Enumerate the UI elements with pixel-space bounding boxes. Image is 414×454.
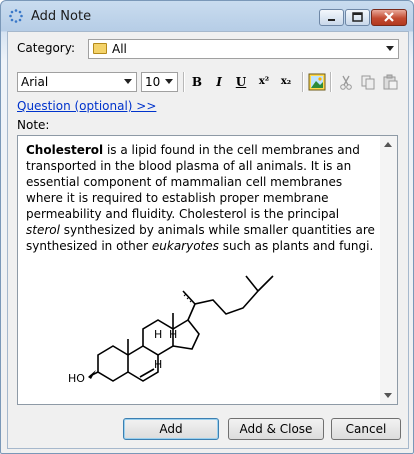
font-family-select[interactable]: Arial <box>17 72 137 92</box>
note-bold-term: Cholesterol <box>26 143 104 157</box>
clipboard-icon <box>383 74 398 90</box>
copy-button[interactable] <box>358 72 378 92</box>
maximize-icon <box>352 12 363 22</box>
structure-h-label: H <box>154 328 162 341</box>
category-dropdown[interactable]: All <box>88 39 399 59</box>
window-title: Add Note <box>31 9 92 24</box>
chevron-down-icon <box>124 79 132 84</box>
insert-picture-button[interactable] <box>307 72 327 92</box>
category-label: Category: <box>17 41 75 55</box>
note-italic-term: eukaryotes <box>151 239 219 253</box>
scissors-icon <box>340 75 352 90</box>
structure-ho-label: HO <box>68 372 85 385</box>
cut-button[interactable] <box>336 72 356 92</box>
chevron-down-icon <box>386 46 394 51</box>
scroll-up-icon[interactable] <box>384 142 392 147</box>
maximize-button[interactable] <box>345 9 370 26</box>
italic-button[interactable]: I <box>209 72 229 92</box>
note-editor[interactable]: Cholesterol is a lipid found in the cell… <box>17 135 398 405</box>
minimize-button[interactable] <box>319 9 344 26</box>
font-size-value: 10 <box>145 75 161 89</box>
close-icon <box>384 12 394 22</box>
title-bar[interactable]: Add Note <box>1 1 413 31</box>
underline-button[interactable]: U <box>231 72 251 92</box>
add-close-button[interactable]: Add & Close <box>228 418 324 440</box>
note-italic-term: sterol <box>26 223 60 237</box>
bold-button[interactable]: B <box>187 72 207 92</box>
font-size-select[interactable]: 10 <box>141 72 178 92</box>
font-family-value: Arial <box>21 75 49 89</box>
close-window-button[interactable] <box>371 9 407 26</box>
chevron-down-icon <box>165 79 173 84</box>
question-optional-link[interactable]: Question (optional) >> <box>17 99 156 113</box>
structure-h-label: H <box>169 328 177 341</box>
minimize-icon <box>328 19 335 21</box>
note-label: Note: <box>17 118 50 132</box>
add-button[interactable]: Add <box>123 418 219 440</box>
add-note-window: Add Note Category: All Arial 10 B I U x² <box>0 0 414 454</box>
copy-icon <box>361 75 375 90</box>
subscript-button[interactable]: x₂ <box>276 72 296 92</box>
category-value: All <box>112 42 127 56</box>
structure-h-label: H <box>154 358 162 371</box>
editor-scrollbar[interactable] <box>380 136 397 404</box>
paste-button[interactable] <box>380 72 400 92</box>
app-dotted-circle-icon <box>9 9 23 23</box>
note-text: Cholesterol is a lipid found in the cell… <box>26 142 376 254</box>
cholesterol-structure-image: H H H HO <box>68 275 274 385</box>
scroll-down-icon[interactable] <box>384 393 392 398</box>
picture-icon <box>308 73 326 91</box>
superscript-button[interactable]: x² <box>254 72 274 92</box>
note-text-segment: such as plants and fungi. <box>218 239 374 253</box>
toolbar-separator <box>330 72 332 92</box>
dialog-body: Category: All Arial 10 B I U x² x₂ Quest… <box>7 31 409 449</box>
cancel-button[interactable]: Cancel <box>331 418 401 440</box>
toolbar-separator <box>302 72 304 92</box>
folder-icon <box>93 43 107 54</box>
toolbar-separator <box>183 72 185 92</box>
